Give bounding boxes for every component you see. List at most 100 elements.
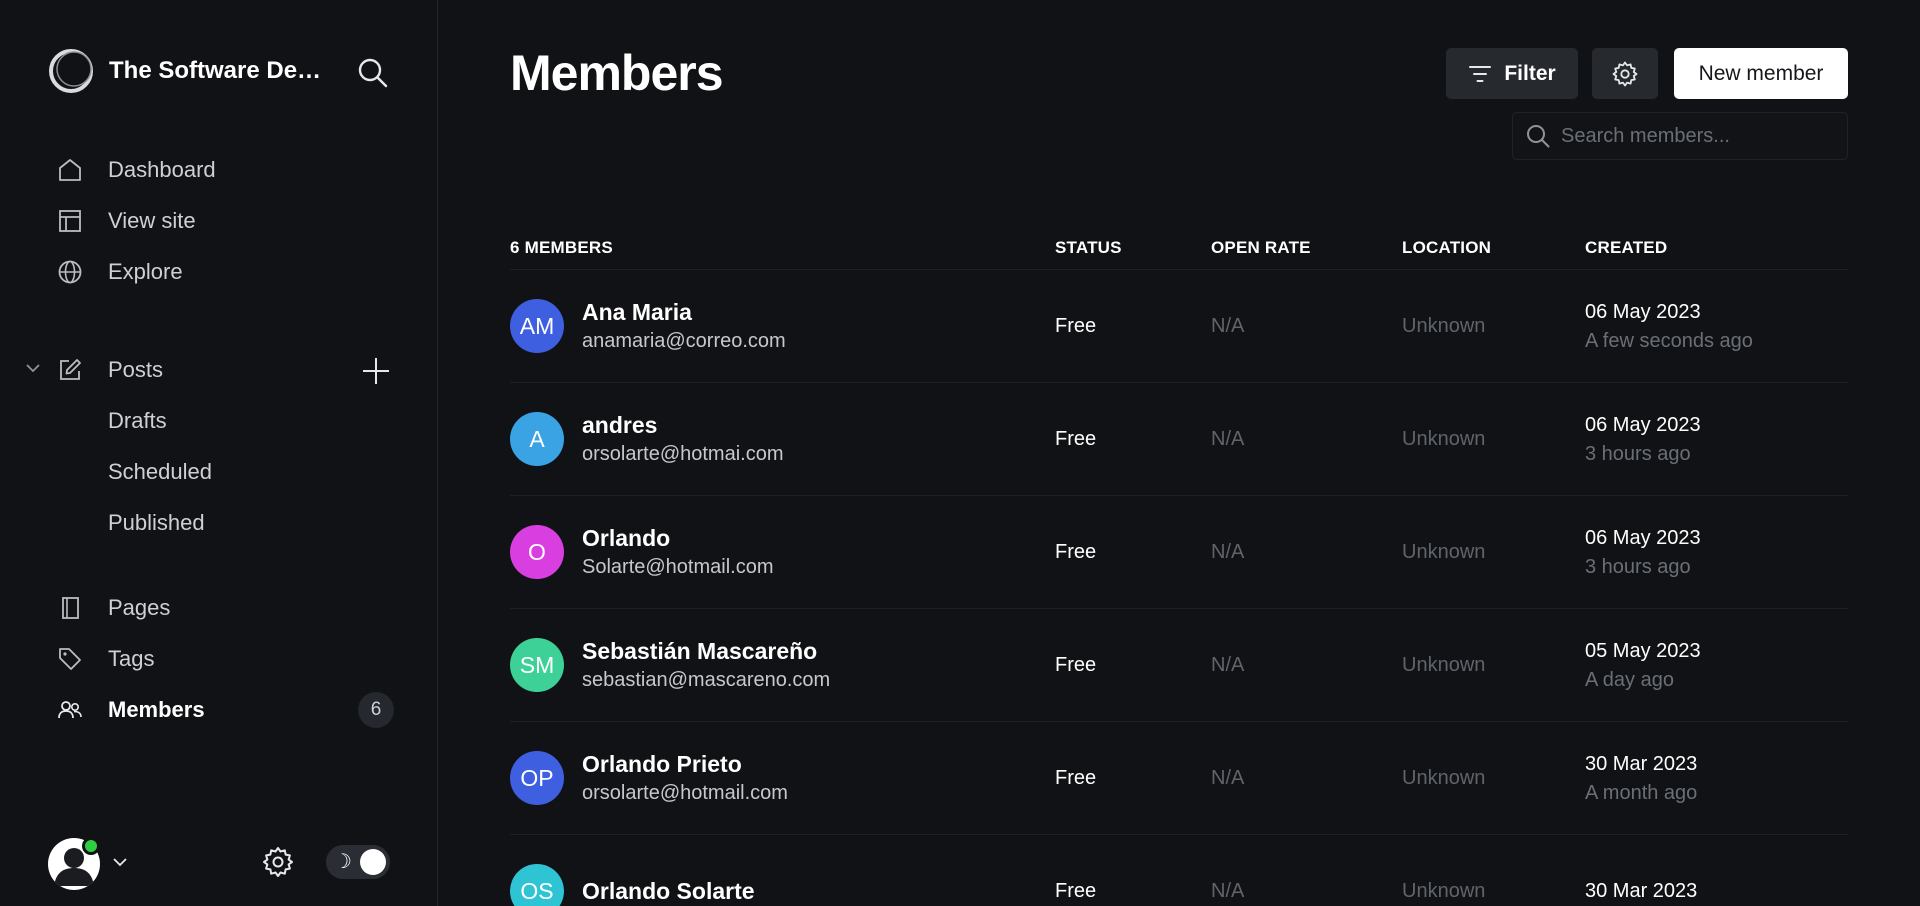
filter-icon <box>1469 65 1492 82</box>
member-cell: OP Orlando Prieto orsolarte@hotmail.com <box>510 749 1055 807</box>
member-status: Free <box>1055 540 1097 563</box>
new-member-button[interactable]: New member <box>1674 48 1848 99</box>
sidebar-item-label: Pages <box>108 595 171 620</box>
search-icon <box>1527 125 1550 148</box>
member-name: Sebastián Mascareño <box>582 638 818 664</box>
gear-icon[interactable] <box>261 845 295 879</box>
sidebar-item-label: Tags <box>108 646 155 671</box>
member-name: Orlando Solarte <box>582 878 755 904</box>
member-open-rate: N/A <box>1211 653 1245 676</box>
table-row[interactable]: A andres orsolarte@hotmai.com Free N/A U… <box>510 383 1848 496</box>
toggle-knob <box>360 849 386 875</box>
created-relative: 3 hours ago <box>1585 443 1691 465</box>
member-status: Free <box>1055 766 1097 789</box>
member-location: Unknown <box>1402 314 1486 337</box>
created-date: 06 May 2023 <box>1585 414 1701 436</box>
chevron-down-icon[interactable] <box>24 359 42 377</box>
member-created: 06 May 2023 A few seconds ago <box>1585 297 1848 355</box>
chevron-down-icon[interactable] <box>111 853 129 871</box>
search-members[interactable] <box>1512 112 1848 160</box>
sidebar-item-published[interactable]: Published <box>108 505 205 541</box>
member-email: anamaria@correo.com <box>582 330 786 352</box>
member-email: orsolarte@hotmail.com <box>582 782 788 804</box>
gear-icon <box>1612 61 1638 86</box>
sidebar-item-label: View site <box>108 208 196 233</box>
member-status: Free <box>1055 653 1097 676</box>
sidebar-item-tags[interactable]: Tags <box>56 639 394 679</box>
search-input[interactable] <box>1561 124 1831 148</box>
member-email: orsolarte@hotmai.com <box>582 443 784 465</box>
member-text: Orlando Prieto orsolarte@hotmail.com <box>582 749 788 807</box>
created-date: 30 Mar 2023 <box>1585 880 1698 902</box>
member-location: Unknown <box>1402 766 1486 789</box>
member-status: Free <box>1055 314 1097 337</box>
table-row[interactable]: AM Ana Maria anamaria@correo.com Free N/… <box>510 270 1848 383</box>
sidebar-item-posts[interactable]: Posts <box>56 350 336 390</box>
search-icon[interactable] <box>356 56 390 90</box>
member-created: 06 May 2023 3 hours ago <box>1585 523 1848 581</box>
member-name: Orlando Prieto <box>582 751 742 777</box>
sidebar-item-dashboard[interactable]: Dashboard <box>56 150 394 190</box>
member-email: sebastian@mascareno.com <box>582 669 831 691</box>
member-cell: A andres orsolarte@hotmai.com <box>510 410 1055 468</box>
sidebar-item-pages[interactable]: Pages <box>56 588 394 628</box>
created-date: 05 May 2023 <box>1585 640 1701 662</box>
member-cell: SM Sebastián Mascareño sebastian@mascare… <box>510 636 1055 694</box>
filter-button-label: Filter <box>1504 61 1556 85</box>
pages-icon <box>56 594 84 622</box>
created-date: 30 Mar 2023 <box>1585 753 1698 775</box>
column-header-open-rate[interactable]: OPEN RATE <box>1211 238 1402 258</box>
sidebar-item-label: Dashboard <box>108 157 216 182</box>
member-text: andres orsolarte@hotmai.com <box>582 410 783 468</box>
member-location: Unknown <box>1402 427 1486 450</box>
table-row[interactable]: SM Sebastián Mascareño sebastian@mascare… <box>510 609 1848 722</box>
member-avatar: OS <box>510 864 564 906</box>
table-row[interactable]: O Orlando Solarte@hotmail.com Free N/A U… <box>510 496 1848 609</box>
sidebar-item-label: Members <box>108 697 205 722</box>
tag-icon <box>56 645 84 673</box>
members-settings-button[interactable] <box>1592 48 1658 99</box>
sidebar-item-view-site[interactable]: View site <box>56 201 394 241</box>
sidebar-item-members[interactable]: Members 6 <box>56 690 394 730</box>
table-row[interactable]: OS Orlando Solarte Free N/A Unknown 30 M… <box>510 835 1848 906</box>
member-created: 06 May 2023 3 hours ago <box>1585 410 1848 468</box>
member-created: 05 May 2023 A day ago <box>1585 636 1848 694</box>
member-created: 30 Mar 2023 <box>1585 876 1848 906</box>
sidebar: The Software Desi... Dashboard View site… <box>0 0 438 906</box>
member-open-rate: N/A <box>1211 879 1245 902</box>
member-avatar: AM <box>510 299 564 353</box>
members-icon <box>56 696 84 724</box>
member-location: Unknown <box>1402 879 1486 902</box>
table-row[interactable]: OP Orlando Prieto orsolarte@hotmail.com … <box>510 722 1848 835</box>
member-avatar: OP <box>510 751 564 805</box>
column-header-status[interactable]: STATUS <box>1055 238 1211 258</box>
member-status: Free <box>1055 879 1097 902</box>
filter-button[interactable]: Filter <box>1446 48 1578 99</box>
member-text: Orlando Solarte@hotmail.com <box>582 523 773 581</box>
theme-toggle[interactable]: ☽ <box>326 845 390 879</box>
member-avatar: A <box>510 412 564 466</box>
member-open-rate: N/A <box>1211 540 1245 563</box>
sidebar-item-drafts[interactable]: Drafts <box>108 403 167 439</box>
edit-icon <box>56 356 84 384</box>
column-header-created[interactable]: CREATED <box>1585 238 1848 258</box>
member-status: Free <box>1055 427 1097 450</box>
member-name: Ana Maria <box>582 299 692 325</box>
member-name: Orlando <box>582 525 671 551</box>
member-created: 30 Mar 2023 A month ago <box>1585 749 1848 807</box>
member-open-rate: N/A <box>1211 766 1245 789</box>
created-relative: A few seconds ago <box>1585 330 1753 352</box>
sidebar-item-explore[interactable]: Explore <box>56 252 394 292</box>
brand[interactable]: The Software Desi... <box>48 48 334 94</box>
sidebar-item-scheduled[interactable]: Scheduled <box>108 454 212 490</box>
member-name: andres <box>582 412 658 438</box>
home-icon <box>56 156 84 184</box>
member-open-rate: N/A <box>1211 427 1245 450</box>
table-body: AM Ana Maria anamaria@correo.com Free N/… <box>510 270 1848 906</box>
main-content: Members Filter New member Search members… <box>438 0 1920 906</box>
column-header-name[interactable]: 6 MEMBERS <box>510 238 1055 258</box>
brand-name: The Software Desi... <box>109 57 334 84</box>
column-header-location[interactable]: LOCATION <box>1402 238 1585 258</box>
plus-icon[interactable] <box>361 356 391 386</box>
created-relative: 3 hours ago <box>1585 556 1691 578</box>
